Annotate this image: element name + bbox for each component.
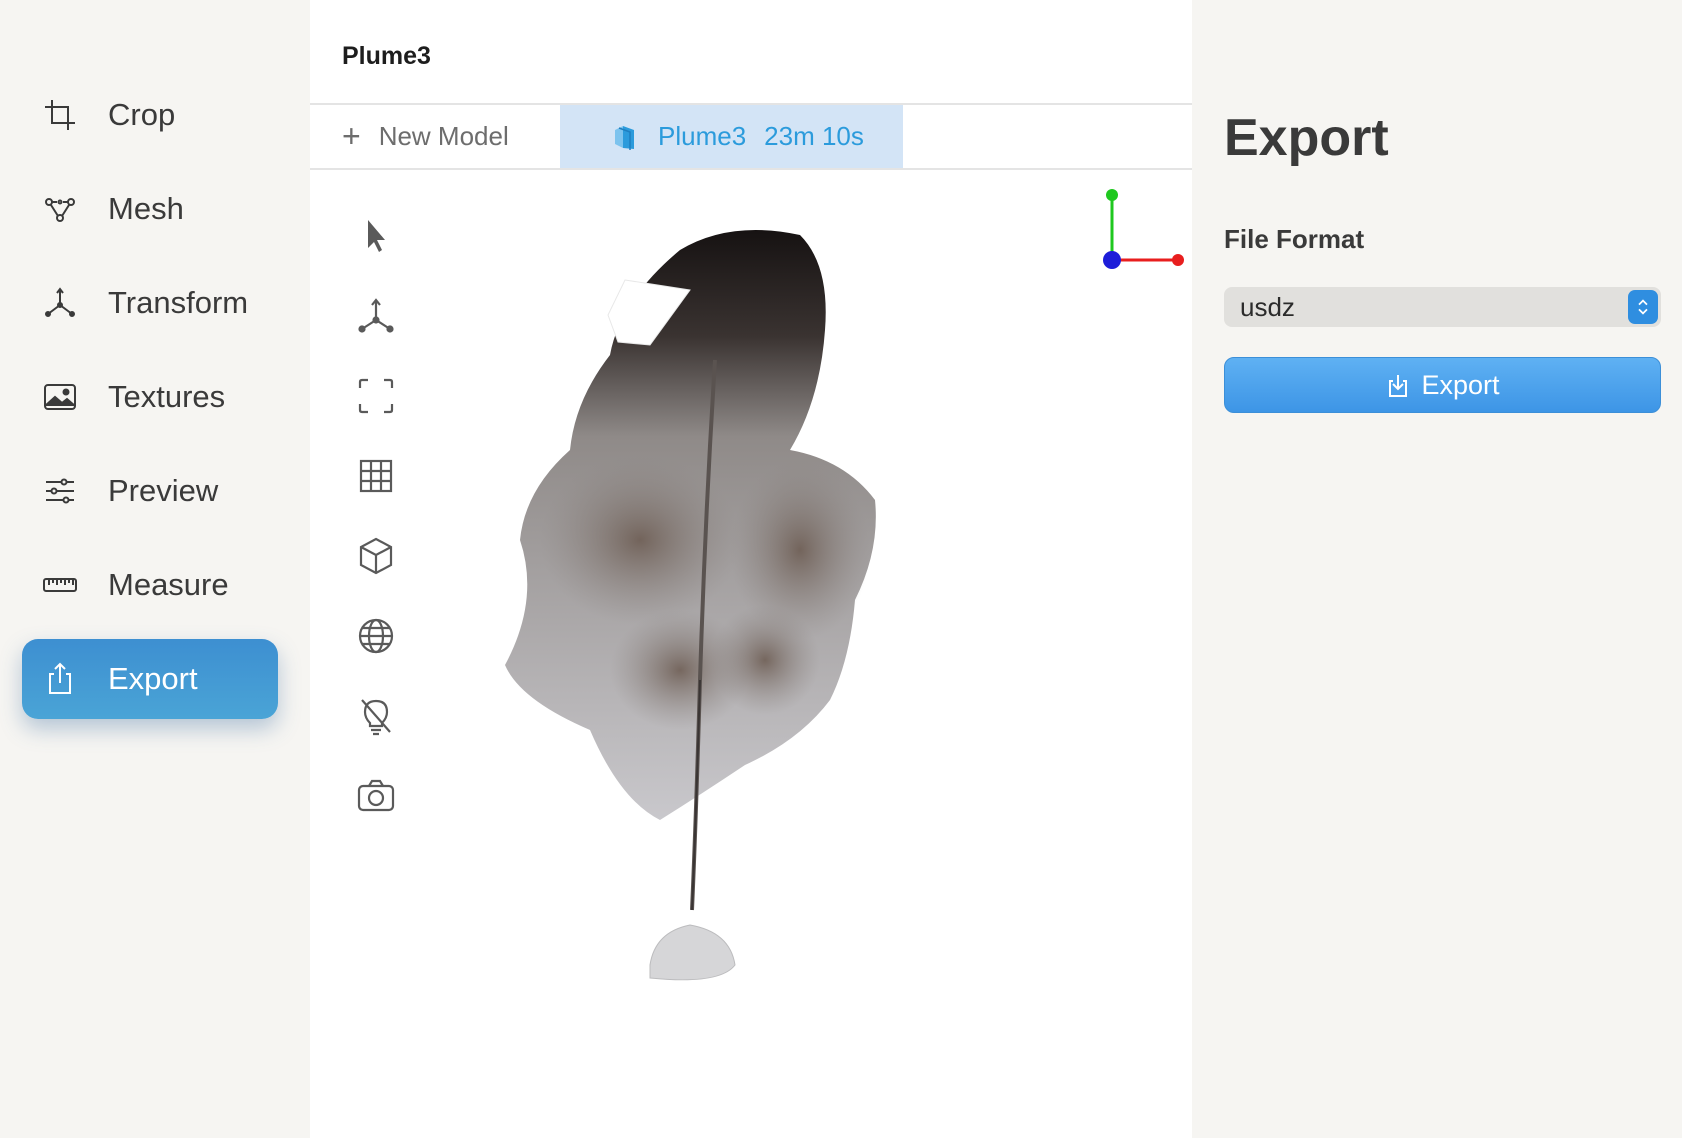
- download-icon: [1389, 375, 1408, 397]
- light-off-icon: [361, 699, 391, 736]
- sidebar-nav: Crop Mesh Transform Textures Preview Mea…: [22, 75, 278, 733]
- environment-tool[interactable]: [350, 610, 402, 662]
- snapshot-tool[interactable]: [350, 770, 402, 822]
- new-model-label: New Model: [378, 121, 509, 151]
- sidebar-item-label: Preview: [108, 473, 219, 508]
- sidebar-item-label: Export: [108, 661, 198, 696]
- sidebar-item-label: Transform: [108, 285, 249, 320]
- new-model-tab[interactable]: + New Model: [310, 105, 560, 168]
- tab-model[interactable]: Plume3 23m 10s: [560, 105, 903, 168]
- sliders-icon: [40, 471, 80, 511]
- ruler-icon: [40, 565, 80, 605]
- sidebar-item-measure[interactable]: Measure: [22, 545, 278, 625]
- model-cube-icon: [615, 125, 634, 150]
- share-icon: [40, 659, 80, 699]
- model-duration: 23m 10s: [764, 121, 864, 151]
- file-format-value: usdz: [1240, 291, 1295, 322]
- chevron-updown-icon: [1628, 290, 1658, 324]
- panel-title: Export: [1224, 109, 1389, 167]
- grid-icon: [359, 459, 393, 493]
- plus-icon: +: [342, 118, 361, 154]
- frame-tool[interactable]: [350, 370, 402, 422]
- transform-tool[interactable]: [350, 290, 402, 342]
- axis-gizmo: [1103, 189, 1184, 269]
- main-canvas-area: Plume3 + New Model Plume3 23m 10s: [310, 0, 1192, 1138]
- transform-icon: [40, 283, 80, 323]
- sidebar-item-label: Crop: [108, 97, 176, 132]
- cube-icon: [359, 537, 393, 575]
- camera-icon: [357, 779, 395, 812]
- sidebar-item-preview[interactable]: Preview: [22, 451, 278, 531]
- mesh-icon: [40, 189, 80, 229]
- grid-tool[interactable]: [350, 450, 402, 502]
- sidebar-item-transform[interactable]: Transform: [22, 263, 278, 343]
- sidebar-item-label: Textures: [108, 379, 226, 414]
- image-icon: [40, 377, 80, 417]
- export-button-label: Export: [1421, 369, 1500, 400]
- lighting-tool[interactable]: [350, 690, 402, 742]
- feather-model-render[interactable]: [500, 220, 1000, 1100]
- tab-bar: + New Model Plume3 23m 10s: [310, 103, 1192, 170]
- frame-icon: [358, 378, 394, 414]
- export-button[interactable]: Export: [1224, 357, 1661, 413]
- viewport-toolbar: [350, 210, 402, 850]
- select-tool[interactable]: [350, 210, 402, 262]
- sidebar-item-export[interactable]: Export: [22, 639, 278, 719]
- bounding-box-tool[interactable]: [350, 530, 402, 582]
- model-name: Plume3: [658, 121, 747, 151]
- sidebar-item-crop[interactable]: Crop: [22, 75, 278, 155]
- crop-icon: [40, 95, 80, 135]
- axes-icon: [358, 298, 394, 333]
- sidebar-item-label: Measure: [108, 567, 229, 602]
- sidebar-item-textures[interactable]: Textures: [22, 357, 278, 437]
- export-panel: Export File Format usdz Export: [1192, 0, 1682, 1138]
- globe-icon: [358, 618, 394, 654]
- sidebar-item-mesh[interactable]: Mesh: [22, 169, 278, 249]
- pointer-icon: [368, 220, 385, 252]
- sidebar: Crop Mesh Transform Textures Preview Mea…: [0, 0, 310, 1138]
- sidebar-item-label: Mesh: [108, 191, 184, 226]
- file-format-label: File Format: [1224, 224, 1365, 254]
- file-format-select[interactable]: usdz: [1224, 287, 1661, 327]
- document-title: Plume3: [342, 42, 431, 70]
